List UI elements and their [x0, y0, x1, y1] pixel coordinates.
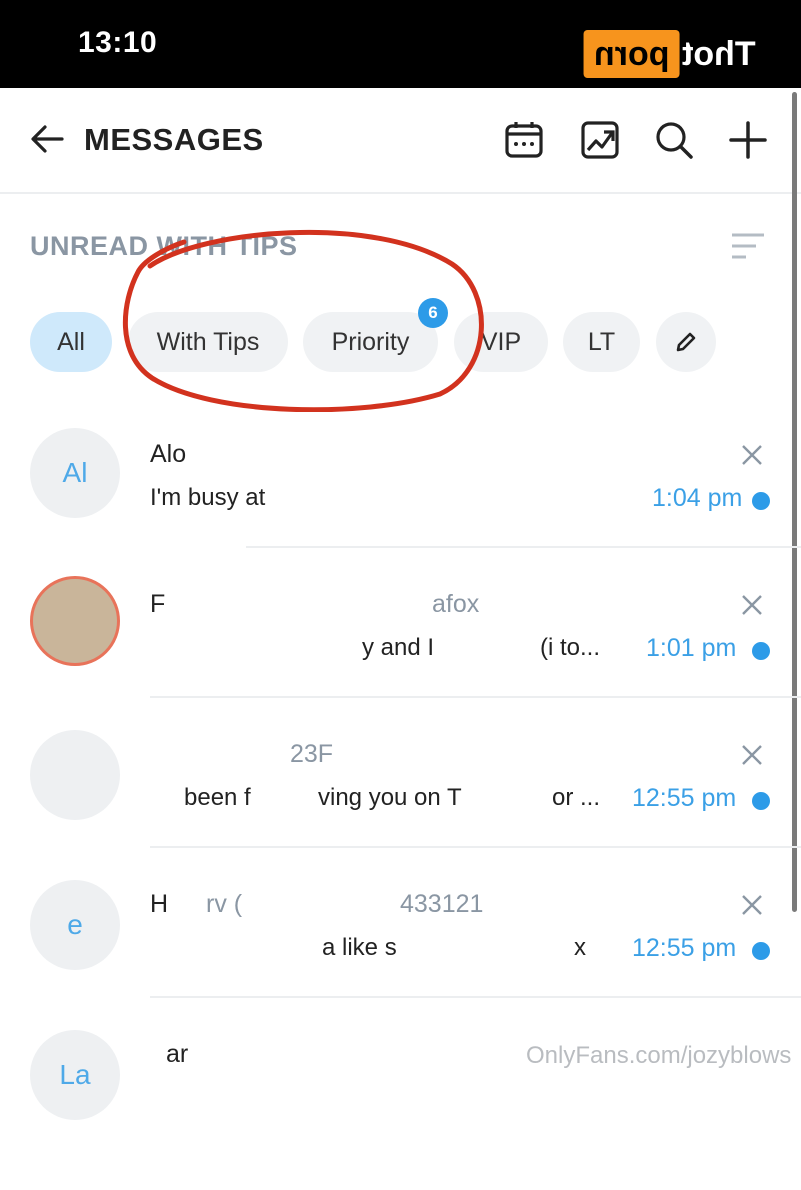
- watermark-logo-text: Thot: [681, 34, 756, 73]
- unread-dot: [752, 792, 770, 810]
- unread-dot: [752, 492, 770, 510]
- filter-chip-vip[interactable]: VIP: [454, 312, 548, 372]
- plus-icon[interactable]: [728, 120, 768, 160]
- chart-icon[interactable]: [580, 120, 620, 160]
- row-divider: [150, 696, 801, 698]
- avatar[interactable]: [30, 730, 120, 820]
- filter-chip-label: LT: [587, 328, 616, 356]
- filter-chip-all[interactable]: All: [30, 312, 112, 372]
- calendar-icon[interactable]: [504, 120, 544, 160]
- filter-chip-label: Priority: [331, 328, 410, 356]
- status-bar: 13:10 porn Thot: [0, 0, 801, 88]
- avatar[interactable]: Al: [30, 428, 120, 518]
- message-preview-tail-end: or ...: [552, 784, 601, 811]
- filter-chip-label: All: [57, 328, 85, 356]
- message-preview: y and I: [362, 634, 435, 661]
- avatar[interactable]: e: [30, 880, 120, 970]
- filter-chip-lt[interactable]: LT: [563, 312, 640, 372]
- message-time: 1:04 pm: [652, 484, 743, 512]
- unread-dot: [752, 942, 770, 960]
- message-handle: rv (: [206, 890, 243, 918]
- filter-chip-label: With Tips: [156, 328, 260, 356]
- filter-chip-label: VIP: [480, 328, 522, 356]
- message-row[interactable]: F afox y and I (i to... 1:01 pm: [0, 576, 801, 740]
- message-row[interactable]: Al Alo I'm busy at 1:04 pm: [0, 428, 801, 590]
- message-username: Alo: [150, 440, 187, 468]
- edit-filters-button[interactable]: [656, 312, 716, 372]
- back-arrow-icon[interactable]: [30, 122, 64, 156]
- page-title: MESSAGES: [84, 122, 264, 157]
- sort-lines-icon[interactable]: [730, 232, 766, 260]
- message-handle: afox: [432, 590, 480, 618]
- message-username: H: [150, 890, 169, 918]
- watermark-logo-box: porn: [584, 30, 680, 78]
- close-icon[interactable]: [740, 443, 764, 467]
- filter-chip-priority[interactable]: Priority: [303, 312, 438, 372]
- pencil-icon: [676, 332, 696, 352]
- avatar[interactable]: La: [30, 1030, 120, 1120]
- close-icon[interactable]: [740, 893, 764, 917]
- redaction-mask: [290, 440, 620, 540]
- message-preview: been f: [184, 784, 251, 811]
- message-username: ar: [166, 1040, 189, 1068]
- close-icon[interactable]: [740, 743, 764, 767]
- row-divider: [150, 846, 801, 848]
- status-time: 13:10: [78, 26, 158, 59]
- search-icon[interactable]: [654, 120, 694, 160]
- message-preview: I'm busy at: [150, 484, 266, 511]
- message-time: 1:01 pm: [646, 634, 737, 662]
- message-preview-tail: ving you on T: [318, 784, 462, 811]
- message-handle-tail: 433121: [400, 890, 484, 918]
- message-row[interactable]: e H rv ( 433121 a like s x 12:55 pm: [0, 880, 801, 1040]
- message-time: 12:55 pm: [632, 934, 737, 962]
- message-preview-tail: (i to...: [540, 634, 601, 661]
- close-icon[interactable]: [740, 593, 764, 617]
- message-time: 12:55 pm: [632, 784, 737, 812]
- message-row[interactable]: 23F been f ving you on T or ... 12:55 pm: [0, 730, 801, 890]
- unread-dot: [752, 642, 770, 660]
- priority-count-badge: 6: [418, 298, 448, 328]
- message-preview: a like s: [322, 934, 397, 961]
- message-handle: 23F: [290, 740, 334, 768]
- filter-chip-with-tips[interactable]: With Tips: [128, 312, 288, 372]
- row-divider: [150, 996, 801, 998]
- watermark-text: OnlyFans.com/jozyblows: [526, 1042, 792, 1069]
- messages-header: MESSAGES: [0, 88, 801, 194]
- watermark-logo: porn Thot: [584, 30, 755, 78]
- avatar[interactable]: [30, 576, 120, 666]
- message-username: F: [150, 590, 166, 618]
- section-title: UNREAD WITH TIPS: [30, 231, 298, 261]
- message-preview-tail: x: [574, 934, 586, 961]
- row-divider: [246, 546, 801, 548]
